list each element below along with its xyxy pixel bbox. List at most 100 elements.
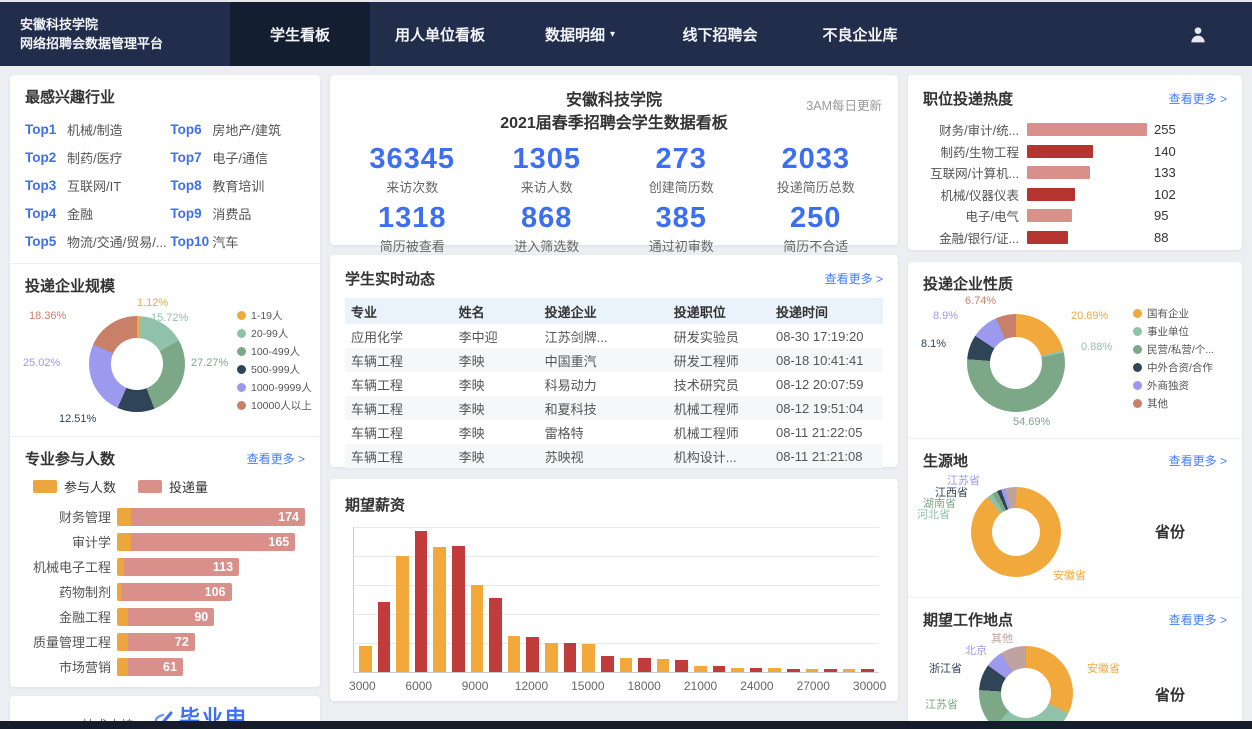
bar-category-label: 机械电子工程 (25, 557, 117, 576)
stat-value: 250 (749, 202, 884, 235)
axis-note: 省份 (1155, 521, 1185, 542)
hist-bar (471, 585, 484, 672)
left-column: 最感兴趣行业 Top1机械/制造Top6房地产/建筑Top2制药/医疗Top7电… (10, 75, 320, 729)
more-link-work-location[interactable]: 查看更多 > (1169, 611, 1227, 628)
section-major-participation: 专业参与人数 查看更多 > 参与人数投递量 财务管理174 审计学 165 机械电子工… (10, 436, 320, 687)
chart-legend: 1-19人20-99人100-499人500-999人1000-9999人100… (237, 306, 312, 414)
industry-label: 物流/交通/贸易/... (67, 232, 167, 251)
table-cell: 车辆工程 (345, 420, 453, 444)
deliveries-segment: 165 (131, 533, 295, 551)
table-cell: 中国重汽 (539, 348, 668, 372)
bar-track (1027, 145, 1147, 158)
card-realtime: 学生实时动态 查看更多 > 专业姓名投递企业投递职位投递时间 应用化学李中迎江苏… (330, 255, 898, 467)
legend-item: 外商独资 (1133, 376, 1214, 394)
hist-bar (861, 669, 874, 672)
hist-bar (545, 643, 558, 672)
donut-label: 54.69% (1013, 416, 1050, 428)
major-legend: 参与人数投递量 (33, 477, 305, 496)
legend-label: 事业单位 (1147, 324, 1189, 339)
section-title: 期望工作地点 (923, 609, 1013, 630)
table-row: 应用化学李中迎江苏剑牌...研发实验员08-30 17:19:20 (345, 324, 883, 348)
bar-track: 174 (117, 508, 305, 526)
more-link-origin[interactable]: 查看更多 > (1169, 452, 1227, 469)
section-title: 投递企业规模 (25, 275, 115, 296)
hist-bar (620, 658, 633, 673)
nav-menu: 学生看板用人单位看板数据明细▾线下招聘会 不良企业库 (230, 2, 930, 66)
stat-item: 868进入筛选数 (480, 202, 615, 255)
hist-bar (657, 659, 670, 672)
heat-bar (1027, 231, 1068, 244)
hist-bar (843, 669, 856, 672)
hist-bar (433, 547, 446, 672)
legend-dot (237, 329, 246, 338)
nav-item-offline-fair[interactable]: 线下招聘会 (650, 2, 790, 66)
card-overview: 安徽科技学院 2021届春季招聘会学生数据看板 3AM每日更新 36345来访次… (330, 75, 898, 245)
more-link-job-heat[interactable]: 查看更多 > (1169, 90, 1227, 107)
nav-item-students[interactable]: 学生看板 (230, 2, 370, 66)
section-title: 专业参与人数 (25, 448, 115, 469)
hist-bar (713, 666, 726, 672)
table-cell: 08-12 19:51:04 (770, 396, 883, 420)
legend-item: 国有企业 (1133, 304, 1214, 322)
nav-item-employers[interactable]: 用人单位看板 (370, 2, 510, 66)
axis-tick: 18000 (627, 679, 660, 693)
bar-category-label: 审计学 (25, 532, 117, 551)
deliveries-segment: 90 (128, 608, 214, 626)
hist-bar (601, 656, 614, 672)
stat-item: 1318简历被查看 (345, 202, 480, 255)
brand-line1: 安徽科技学院 (20, 15, 210, 35)
more-link-realtime[interactable]: 查看更多 > (825, 270, 883, 287)
stat-item: 385通过初审数 (614, 202, 749, 255)
table-cell: 李映 (453, 420, 539, 444)
industry-rank: Top4 (25, 206, 67, 221)
stat-value: 36345 (345, 143, 480, 176)
bar-category-label: 互联网/计算机... (923, 163, 1027, 182)
industry-label: 互联网/IT (67, 176, 121, 195)
major-bar-row: 财务管理174 (25, 504, 305, 529)
table-row: 车辆工程李映中国重汽研发工程师08-18 10:41:41 (345, 348, 883, 372)
nav-item-label: 不良企业库 (822, 24, 897, 45)
table-cell: 科易动力 (539, 372, 668, 396)
stat-item: 2033投递简历总数 (749, 143, 884, 196)
stacked-bar: 174 (117, 508, 305, 526)
table-cell: 机构设计... (668, 444, 770, 468)
stat-label: 创建简历数 (614, 177, 749, 196)
legend-dot (1133, 345, 1142, 354)
stat-label: 通过初审数 (614, 236, 749, 255)
legend-label: 20-99人 (251, 326, 288, 341)
more-link-major[interactable]: 查看更多 > (247, 450, 305, 467)
participants-segment (117, 533, 131, 551)
chevron-down-icon: ▾ (610, 29, 615, 40)
bar-category-label: 电子/电气 (923, 206, 1027, 225)
heat-bar-row: 财务/审计/统...255 (923, 119, 1227, 141)
bar-category-label: 财务/审计/统... (923, 120, 1027, 139)
legend-label: 1000-9999人 (251, 380, 312, 395)
table-cell: 应用化学 (345, 324, 453, 348)
bar-track: 72 (117, 633, 305, 651)
donut-label: 12.51% (59, 413, 96, 425)
axis-tick: 12000 (515, 679, 548, 693)
nav-item-blacklist[interactable]: 不良企业库 (790, 2, 930, 66)
dashboard-page: 安徽科技学院 网络招聘会数据管理平台 学生看板用人单位看板数据明细▾线下招聘会不… (0, 0, 1252, 729)
donut-label: 安徽省 (1087, 660, 1120, 676)
legend-item: 1000-9999人 (237, 378, 312, 396)
column-header: 投递时间 (770, 298, 883, 324)
salary-bars (354, 527, 879, 672)
hist-bar (675, 660, 688, 672)
nav-item-data-detail[interactable]: 数据明细▾ (510, 2, 650, 66)
stat-label: 进入筛选数 (480, 236, 615, 255)
user-menu-button[interactable] (1188, 24, 1208, 44)
bar-value-label: 88 (1154, 230, 1168, 245)
major-bar-row: 审计学 165 (25, 529, 305, 554)
section-title: 生源地 (923, 450, 968, 471)
center-column: 安徽科技学院 2021届春季招聘会学生数据看板 3AM每日更新 36345来访次… (330, 75, 898, 701)
axis-tick: 3000 (349, 679, 376, 693)
bottom-bar (0, 721, 1252, 729)
table-cell: 李中迎 (453, 324, 539, 348)
bar-track: 90 (117, 608, 305, 626)
legend-item: 参与人数 (33, 477, 116, 496)
bar-category-label: 机械/仪器仪表 (923, 185, 1027, 204)
industry-label: 消费品 (212, 204, 251, 223)
industry-label: 制药/医疗 (67, 148, 123, 167)
axis-tick: 21000 (684, 679, 717, 693)
